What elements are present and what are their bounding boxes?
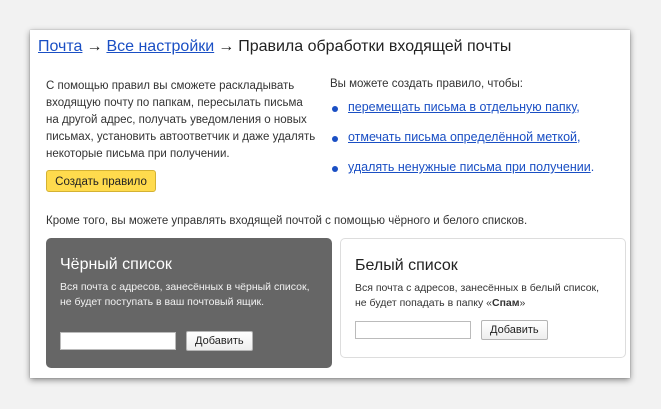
mark-letters-link[interactable]: отмечать письма определённой меткой bbox=[348, 130, 577, 144]
bullet-icon bbox=[332, 166, 338, 172]
move-letters-link[interactable]: перемещать письма в отдельную папку bbox=[348, 100, 576, 114]
breadcrumb-arrow: → bbox=[218, 38, 235, 55]
page-title: Правила обработки входящей почты bbox=[238, 38, 512, 55]
white-list-description: Вся почта с адресов, занесённых в белый … bbox=[355, 282, 600, 309]
lists-intro-text: Кроме того, вы можете управлять входящей… bbox=[46, 215, 528, 227]
you-can-text: Вы можете создать правило, чтобы: bbox=[330, 78, 523, 90]
intro-text: С помощью правил вы сможете раскладывать… bbox=[46, 80, 316, 160]
breadcrumb-mail-link[interactable]: Почта bbox=[38, 38, 82, 55]
list-item: перемещать письма в отдельную папку, bbox=[330, 100, 594, 130]
white-list-box: Белый список Вся почта с адресов, занесё… bbox=[340, 238, 626, 358]
create-rule-button[interactable]: Создать правило bbox=[46, 170, 156, 192]
black-list-add-button[interactable]: Добавить bbox=[186, 331, 253, 351]
list-item: отмечать письма определённой меткой, bbox=[330, 130, 594, 160]
white-list-title: Белый список bbox=[355, 257, 458, 274]
breadcrumb-all-settings-link[interactable]: Все настройки bbox=[106, 38, 214, 55]
black-list-title: Чёрный список bbox=[60, 256, 172, 273]
black-list-box: Чёрный список Вся почта с адресов, занес… bbox=[46, 238, 332, 368]
spam-label: Спам bbox=[492, 297, 520, 309]
delete-letters-link[interactable]: удалять ненужные письма при получении bbox=[348, 160, 591, 174]
black-list-email-input[interactable] bbox=[60, 332, 176, 350]
bullet-icon bbox=[332, 106, 338, 112]
list-item: удалять ненужные письма при получении. bbox=[330, 160, 594, 190]
bullet-icon bbox=[332, 136, 338, 142]
action-list: перемещать письма в отдельную папку, отм… bbox=[330, 100, 594, 190]
breadcrumb: Почта → Все настройки → Правила обработки вх… bbox=[38, 38, 511, 56]
white-list-email-input[interactable] bbox=[355, 321, 471, 339]
black-list-description: Вся почта с адресов, занесённых в чёрный… bbox=[60, 281, 310, 308]
rules-panel: Почта → Все настройки → Правила обработки вх… bbox=[30, 30, 630, 378]
white-list-add-button[interactable]: Добавить bbox=[481, 320, 548, 340]
breadcrumb-arrow: → bbox=[86, 38, 103, 55]
